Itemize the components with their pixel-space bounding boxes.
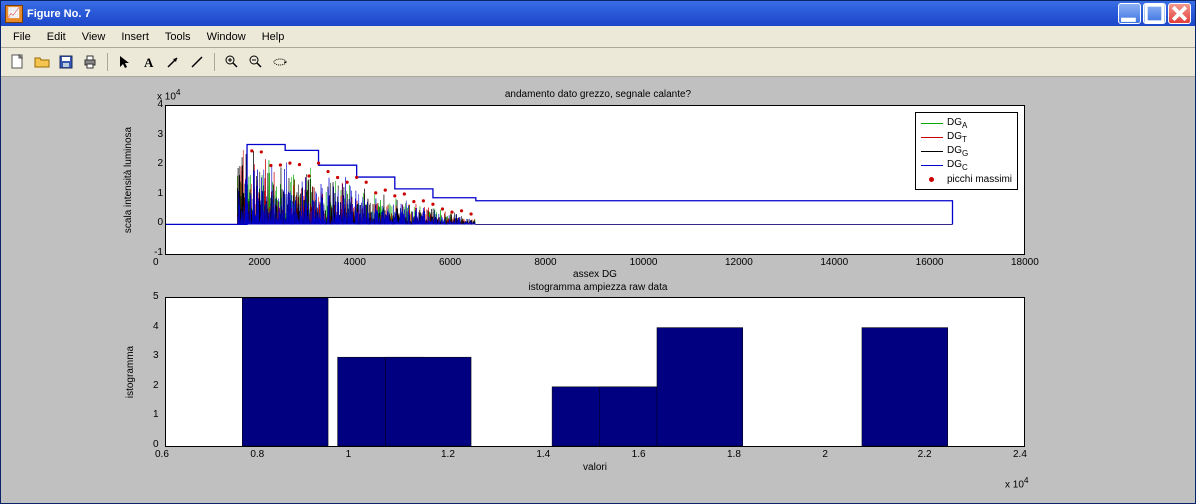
axes2-xtick: 0.8 [250, 449, 264, 460]
axes2-xtick: 2.2 [918, 449, 932, 460]
axes1-ytick: 1 [151, 188, 163, 199]
axes2-xtick: 1.2 [441, 449, 455, 460]
axes1-plot [166, 106, 1024, 254]
pointer-icon[interactable] [114, 51, 136, 73]
window-title: Figure No. 7 [27, 8, 1118, 20]
axes1-xtick: 8000 [534, 257, 556, 268]
axes2-xtick: 1.8 [727, 449, 741, 460]
axes1-xtick: 2000 [248, 257, 270, 268]
toolbar-separator [107, 53, 108, 71]
axes1-ytick: 2 [151, 158, 163, 169]
axes1-xtick: 16000 [916, 257, 944, 268]
axes1-xtick: 12000 [725, 257, 753, 268]
axes1-xtick: 4000 [344, 257, 366, 268]
axes1-ylabel: scala intensità luminosa [123, 105, 134, 255]
axes2-ytick: 4 [153, 321, 159, 332]
svg-text:A: A [144, 55, 154, 70]
menu-view[interactable]: View [74, 29, 114, 45]
menu-tools[interactable]: Tools [157, 29, 199, 45]
legend[interactable]: DGA DGT DGG DGC picchi massimi [915, 112, 1018, 190]
rotate-3d-icon[interactable] [269, 51, 291, 73]
titlebar[interactable]: 📈 Figure No. 7 [1, 1, 1195, 26]
axes2-xtick: 1 [346, 449, 352, 460]
menu-window[interactable]: Window [199, 29, 254, 45]
axes-histogram[interactable] [165, 297, 1025, 447]
axes1-ytick: 3 [151, 129, 163, 140]
axes2-xtick: 1.6 [632, 449, 646, 460]
axes1-ytick: 4 [151, 99, 163, 110]
axes1-ytick: -1 [151, 247, 163, 258]
zoom-in-icon[interactable] [221, 51, 243, 73]
menubar: File Edit View Insert Tools Window Help [1, 26, 1195, 48]
axes2-ylabel: istogramma [125, 297, 136, 447]
axes2-xtick: 2 [822, 449, 828, 460]
line-icon[interactable] [186, 51, 208, 73]
menu-insert[interactable]: Insert [113, 29, 157, 45]
close-button[interactable] [1168, 3, 1191, 24]
axes1-xtick: 6000 [439, 257, 461, 268]
app-icon: 📈 [5, 5, 23, 23]
axes2-x-exponent: x 104 [1005, 475, 1029, 490]
toolbar: A [1, 48, 1195, 77]
toolbar-separator [214, 53, 215, 71]
axes2-ytick: 1 [153, 409, 159, 420]
arrow-icon[interactable] [162, 51, 184, 73]
menu-help[interactable]: Help [254, 29, 293, 45]
axes2-xtick: 2.4 [1013, 449, 1027, 460]
axes2-xtick: 1.4 [536, 449, 550, 460]
open-file-icon[interactable] [31, 51, 53, 73]
text-icon[interactable]: A [138, 51, 160, 73]
print-icon[interactable] [79, 51, 101, 73]
axes1-xtick: 14000 [820, 257, 848, 268]
axes2-title: istogramma ampiezza raw data [5, 282, 1191, 293]
legend-item: DGT [921, 130, 1012, 144]
figure-canvas: andamento dato grezzo, segnale calante? … [5, 77, 1191, 499]
minimize-button[interactable] [1118, 3, 1141, 24]
maximize-button[interactable] [1143, 3, 1166, 24]
menu-file[interactable]: File [5, 29, 39, 45]
axes2-xtick: 0.6 [155, 449, 169, 460]
legend-item: DGC [921, 158, 1012, 172]
legend-item: DGA [921, 116, 1012, 130]
save-icon[interactable] [55, 51, 77, 73]
axes2-ytick: 0 [153, 439, 159, 450]
axes-signal[interactable]: DGA DGT DGG DGC picchi massimi [165, 105, 1025, 255]
axes1-xtick: 0 [153, 257, 159, 268]
axes1-xtick: 10000 [630, 257, 658, 268]
axes1-xlabel: assex DG [165, 269, 1025, 280]
legend-item: DGG [921, 144, 1012, 158]
new-figure-icon[interactable] [7, 51, 29, 73]
axes2-xlabel: valori [165, 462, 1025, 473]
figure-window: 📈 Figure No. 7 File Edit View Insert Too… [0, 0, 1196, 504]
axes1-xtick: 18000 [1011, 257, 1039, 268]
legend-item: picchi massimi [921, 172, 1012, 186]
zoom-out-icon[interactable] [245, 51, 267, 73]
axes2-plot [166, 298, 1024, 446]
axes2-ytick: 5 [153, 291, 159, 302]
axes2-ytick: 3 [153, 350, 159, 361]
axes1-ytick: 0 [151, 217, 163, 228]
axes2-ytick: 2 [153, 380, 159, 391]
menu-edit[interactable]: Edit [39, 29, 74, 45]
axes1-title: andamento dato grezzo, segnale calante? [5, 89, 1191, 100]
